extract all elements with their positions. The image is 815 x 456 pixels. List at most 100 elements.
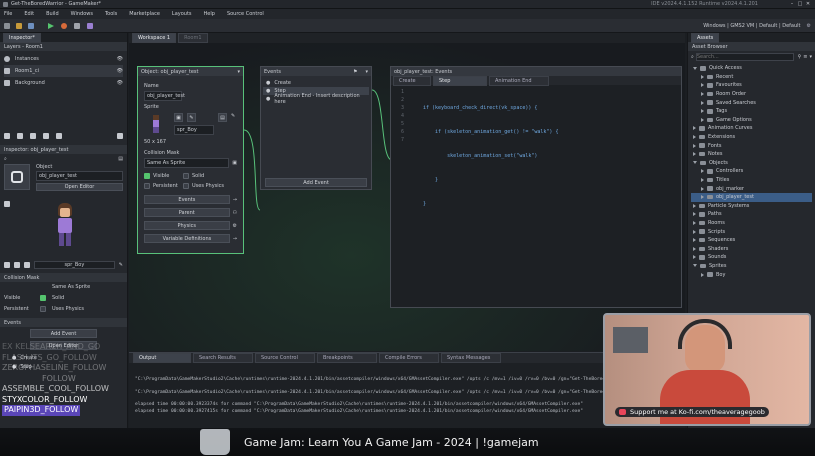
add-layer-icon[interactable] [4, 133, 10, 139]
save-icon[interactable] [28, 22, 34, 29]
tab-workspace-1[interactable]: Workspace 1 [132, 33, 177, 43]
sort-icon[interactable]: ▾ [809, 54, 812, 60]
chevron-right-icon[interactable] [701, 109, 704, 114]
chevron-right-icon[interactable] [701, 272, 704, 277]
parent-button[interactable]: Parent [144, 208, 230, 217]
collapse-icon[interactable]: ▤ [118, 156, 123, 162]
tab-inspector[interactable]: Inspector* [3, 32, 41, 43]
persistent-checkbox[interactable] [144, 183, 150, 189]
filter-icon[interactable]: ⚲ [798, 54, 802, 60]
chevron-right-icon[interactable] [701, 178, 704, 183]
chevron-down-icon[interactable] [693, 161, 697, 165]
asset-tree-item[interactable]: Sprites [691, 262, 812, 271]
asset-tree-item[interactable]: Fonts [691, 141, 812, 150]
sprite-icon-c[interactable] [24, 262, 30, 268]
tab-step[interactable]: Step [433, 75, 487, 86]
add-path-icon[interactable] [30, 133, 36, 139]
chevron-down-icon[interactable] [693, 264, 697, 268]
asset-tree-item[interactable]: Sounds [691, 253, 812, 262]
tab-animation-end[interactable]: Animation End [489, 75, 549, 86]
parent-icon[interactable]: ⚇ [233, 210, 237, 216]
collision-mask-dropdown[interactable]: Same As Sprite [144, 158, 230, 168]
tab-room1[interactable]: Room1 [178, 33, 208, 43]
sprite-name-field[interactable]: spr_Boy [174, 125, 214, 135]
asset-tree-item[interactable]: Animation Curves [691, 124, 812, 133]
physics-checkbox[interactable] [183, 183, 189, 189]
asset-tree-item[interactable]: Favourites [691, 81, 812, 90]
collision-mask-select[interactable]: Same As Sprite [0, 282, 127, 292]
chevron-right-icon[interactable] [701, 83, 704, 88]
physics-button[interactable]: Physics [144, 221, 230, 230]
folder-icon[interactable] [56, 133, 62, 139]
menu-tools[interactable]: Tools [105, 11, 117, 17]
menu-layouts[interactable]: Layouts [172, 11, 192, 17]
edit-sprite-icon[interactable] [4, 201, 10, 207]
tab-create[interactable]: Create [393, 75, 431, 86]
sprite-icon-btn[interactable]: ▣ [174, 113, 183, 122]
chevron-right-icon[interactable] [701, 92, 704, 97]
name-input[interactable]: obj_player_test [144, 91, 185, 101]
menu-edit[interactable]: Edit [24, 11, 34, 17]
menu-build[interactable]: Build [46, 11, 59, 17]
asset-tree-item[interactable]: Controllers [691, 167, 812, 176]
layer-instances[interactable]: Instances 👁 [4, 53, 123, 65]
add-asset-icon[interactable] [43, 133, 49, 139]
eye-icon[interactable]: 👁 [117, 56, 123, 62]
visible-checkbox[interactable] [144, 173, 150, 179]
menu-windows[interactable]: Windows [71, 11, 93, 17]
menu-marketplace[interactable]: Marketplace [129, 11, 160, 17]
tab-search-results[interactable]: Search Results [193, 353, 253, 363]
sprite-icon-a[interactable] [4, 262, 10, 268]
menu-source-control[interactable]: Source Control [227, 11, 264, 17]
stop-icon[interactable] [74, 22, 80, 29]
sprite-edit-btn[interactable]: ✎ [187, 113, 196, 122]
chevron-right-icon[interactable] [693, 126, 696, 131]
events-button[interactable]: Events [144, 195, 230, 204]
asset-tree-item[interactable]: Titles [691, 176, 812, 185]
asset-tree-item[interactable]: Game Options [691, 116, 812, 125]
pencil-icon[interactable]: ✎ [119, 262, 123, 268]
asset-tree-item[interactable]: Notes [691, 150, 812, 159]
collapse-icon[interactable]: ▾ [237, 69, 240, 75]
sprite-thumbnail[interactable] [144, 113, 170, 137]
asset-tree-item[interactable]: Tags [691, 107, 812, 116]
flag-icon[interactable]: ⚑ [353, 69, 357, 75]
open-icon[interactable] [16, 22, 22, 29]
events-arrow-icon[interactable]: → [233, 197, 237, 203]
asset-tree-item[interactable]: Quick Access [691, 64, 812, 73]
sprite-icon-b[interactable] [14, 262, 20, 268]
asset-tree-item[interactable]: Saved Searches [691, 98, 812, 107]
asset-tree-item[interactable]: Scripts [691, 227, 812, 236]
layer-background[interactable]: Background 👁 [4, 77, 123, 89]
persistent-checkbox[interactable] [40, 305, 46, 312]
asset-tree-item[interactable]: Recent [691, 73, 812, 82]
event-item-create[interactable]: ● Create [263, 79, 369, 87]
tab-syntax-messages[interactable]: Syntax Messages [441, 353, 501, 363]
new-project-icon[interactable] [4, 22, 10, 29]
maximize-icon[interactable]: □ [796, 1, 804, 7]
event-item-animation-end[interactable]: ● Animation End - Insert description her… [263, 93, 369, 105]
chevron-right-icon[interactable] [693, 246, 696, 251]
menu-file[interactable]: File [4, 11, 12, 17]
output-log[interactable]: "C:\ProgramData\GameMakerStudio2\Cache\r… [129, 363, 685, 415]
tab-breakpoints[interactable]: Breakpoints [317, 353, 377, 363]
visible-checkbox[interactable] [40, 294, 46, 301]
chevron-right-icon[interactable] [693, 220, 696, 225]
code-area[interactable]: 1 2 3 4 5 6 7 if (keyboard_check_direct(… [391, 85, 681, 297]
tab-assets[interactable]: Assets [691, 32, 720, 43]
pencil-icon[interactable]: ✎ [231, 113, 235, 119]
sprite-new-btn[interactable]: ▤ [218, 113, 227, 122]
asset-tree-item[interactable]: obj_marker [691, 184, 812, 193]
chevron-right-icon[interactable] [693, 135, 696, 140]
add-tile-icon[interactable] [17, 133, 23, 139]
chevron-right-icon[interactable] [693, 238, 696, 243]
collision-edit-icon[interactable]: ▣ [232, 160, 237, 166]
chevron-right-icon[interactable] [693, 203, 696, 208]
gear-icon[interactable]: ⚙ [807, 23, 811, 29]
asset-search-input[interactable] [695, 53, 794, 61]
chevron-right-icon[interactable] [693, 229, 696, 234]
asset-tree-item[interactable]: Rooms [691, 219, 812, 228]
add-event-button[interactable]: Add Event [265, 178, 367, 187]
eye-icon[interactable]: 👁 [117, 68, 123, 74]
asset-tree-item[interactable]: Shaders [691, 244, 812, 253]
